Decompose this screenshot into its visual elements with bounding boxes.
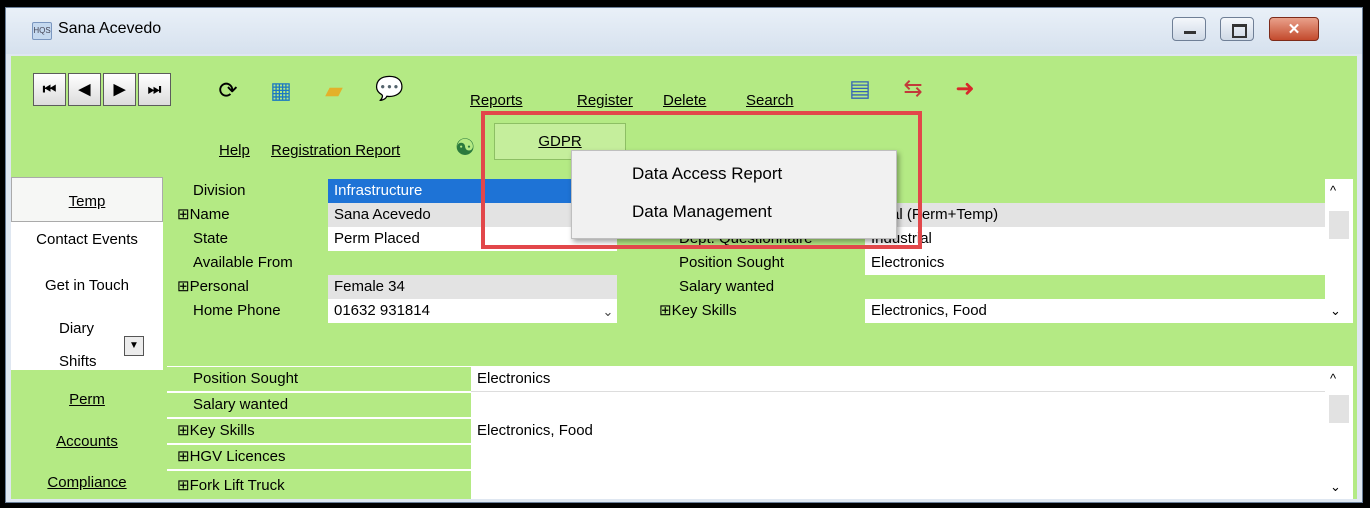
app-icon: HQS (32, 22, 52, 40)
scroll-thumb[interactable] (1329, 211, 1349, 239)
field-label: ⊞Name (167, 203, 328, 227)
field-position-sought-top[interactable]: Position Sought Electronics (635, 251, 1335, 275)
tab-accounts[interactable]: Accounts (11, 433, 163, 450)
chat-bubbles-icon[interactable]: 💬 (375, 74, 404, 102)
field-salary-wanted[interactable]: Salary wanted (167, 393, 1325, 417)
field-label: Home Phone (167, 299, 328, 323)
bottom-scrollbar[interactable]: ^ ⌄ (1325, 367, 1353, 499)
next-record-button[interactable]: ▶ (103, 73, 136, 106)
field-label: Position Sought (635, 251, 865, 275)
field-home-phone[interactable]: Home Phone 01632 931814 (167, 299, 617, 323)
field-value[interactable]: Electronics, Food (471, 419, 1325, 443)
maximize-button[interactable] (1220, 17, 1254, 41)
tab-accounts-label: Accounts (56, 433, 118, 450)
subtab-contact-events[interactable]: Contact Events (11, 231, 163, 248)
scroll-down-icon[interactable]: ⌄ (1330, 479, 1341, 495)
field-label: Salary wanted (635, 275, 865, 299)
field-label: Available From (167, 251, 328, 275)
field-value[interactable]: Electronics (471, 367, 1325, 392)
field-key-skills-top[interactable]: ⊞Key Skills Electronics, Food (635, 299, 1335, 323)
field-salary-wanted-top[interactable]: Salary wanted (635, 275, 1335, 299)
scroll-up-icon[interactable]: ^ (1330, 183, 1336, 198)
first-record-button[interactable]: ⏮ (33, 73, 66, 106)
field-personal[interactable]: ⊞Personal Female 34 (167, 275, 617, 299)
title-bar[interactable]: HQS Sana Acevedo (6, 8, 1362, 54)
subtab-diary[interactable]: Diary (59, 320, 94, 337)
field-value[interactable]: 01632 931814 (328, 299, 617, 323)
people-link-icon[interactable]: ☯ (451, 133, 479, 161)
delete-link[interactable]: Delete (663, 92, 706, 109)
refresh-record-icon[interactable]: ⇆ (899, 74, 927, 102)
field-label: Salary wanted (167, 393, 471, 417)
tab-temp-label: Temp (68, 193, 106, 210)
tab-compliance-label: Compliance (47, 474, 127, 491)
field-label: ⊞Fork Lift Truck (167, 471, 471, 499)
scroll-up-icon[interactable]: ^ (1330, 371, 1336, 386)
field-label: Division (167, 179, 328, 203)
tab-compliance[interactable]: Compliance (11, 474, 163, 491)
field-label: State (167, 227, 328, 251)
subtab-get-in-touch[interactable]: Get in Touch (11, 277, 163, 294)
search-link[interactable]: Search (746, 92, 794, 109)
tab-temp[interactable]: Temp (11, 177, 163, 222)
field-key-skills[interactable]: ⊞Key Skills Electronics, Food (167, 419, 1325, 443)
highlight-box (481, 111, 922, 249)
database-icon[interactable]: ▤ (846, 74, 874, 102)
top-scrollbar[interactable]: ^ ⌄ (1325, 179, 1353, 323)
field-value[interactable] (471, 471, 1325, 499)
note-icon[interactable]: ▰ (320, 76, 348, 104)
field-position-sought[interactable]: Position Sought Electronics (167, 367, 1325, 392)
window-title: Sana Acevedo (58, 20, 162, 37)
field-fork-lift-truck[interactable]: ⊞Fork Lift Truck (167, 471, 1325, 499)
field-value[interactable]: strial (Perm+Temp) (865, 203, 1335, 227)
reports-link[interactable]: Reports (470, 92, 523, 109)
record-window: HQS Sana Acevedo ⏮ ◀ ▶ ⏭ ⟳ ▦ ▰ 💬 Reports… (5, 7, 1363, 503)
scroll-down-icon[interactable]: ⌄ (1330, 303, 1341, 319)
field-value[interactable]: Female 34 (328, 275, 617, 299)
minimize-button[interactable] (1172, 17, 1206, 41)
field-label: ⊞Key Skills (167, 419, 471, 443)
exit-icon[interactable]: ➜ (951, 74, 979, 102)
previous-record-button[interactable]: ◀ (68, 73, 101, 106)
field-hgv-licences[interactable]: ⊞HGV Licences (167, 445, 1325, 469)
field-value[interactable]: Electronics, Food (865, 299, 1335, 323)
calendar-icon[interactable]: ▦ (267, 76, 295, 104)
scroll-down-icon[interactable]: ⌄ (599, 304, 617, 320)
close-button[interactable] (1269, 17, 1319, 41)
field-label: ⊞HGV Licences (167, 445, 471, 469)
help-link[interactable]: Help (219, 142, 250, 159)
registration-report-link[interactable]: Registration Report (271, 142, 400, 159)
field-label: ⊞Personal (167, 275, 328, 299)
register-link[interactable]: Register (577, 92, 633, 109)
last-record-button[interactable]: ⏭ (138, 73, 171, 106)
field-available-from[interactable]: Available From (167, 251, 617, 275)
tab-perm-label: Perm (69, 391, 105, 408)
scroll-thumb[interactable] (1329, 395, 1349, 423)
field-value[interactable]: Industrial (865, 227, 1335, 251)
field-label: Position Sought (167, 367, 471, 391)
temp-subtabs: Contact Events Get in Touch Diary ▼ Shif… (11, 222, 163, 370)
tab-perm[interactable]: Perm (11, 391, 163, 408)
field-label: ⊞Key Skills (635, 299, 865, 323)
subtab-dropdown-button[interactable]: ▼ (124, 336, 144, 356)
field-value[interactable]: Electronics (865, 251, 1335, 275)
sync-icon[interactable]: ⟳ (214, 76, 242, 104)
record-navigation: ⏮ ◀ ▶ ⏭ (33, 73, 173, 106)
subtab-shifts[interactable]: Shifts (59, 353, 97, 370)
